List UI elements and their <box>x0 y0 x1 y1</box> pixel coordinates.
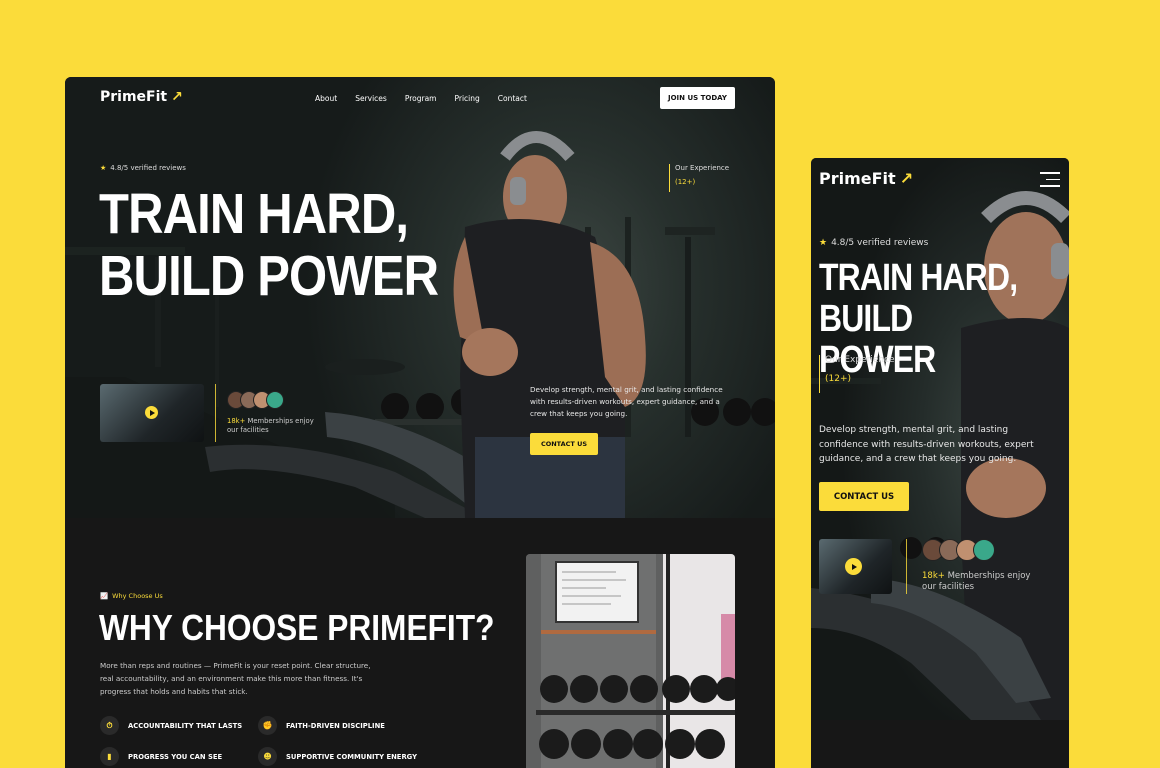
rating-badge: ★ 4.8/5 verified reviews <box>100 164 186 172</box>
star-icon: ★ <box>100 164 107 172</box>
group-icon: ☻ <box>258 747 277 766</box>
why-eyebrow: 📈 Why Choose Us <box>100 592 163 600</box>
avatar <box>973 539 995 561</box>
hero-description: Develop strength, mental grit, and lasti… <box>819 425 1034 464</box>
hero-headline: TRAIN HARD, BUILD POWER <box>99 182 439 308</box>
avatar <box>266 391 284 409</box>
hero-section: PrimeFit ↗ About Services Program Pricin… <box>65 77 775 518</box>
members-text: 18k+ Memberships enjoy our facilities <box>227 417 322 435</box>
contact-us-button[interactable]: CONTACT US <box>530 433 598 455</box>
feature-item: ✊ FAITH-DRIVEN DISCIPLINE <box>258 716 385 735</box>
feature-label: PROGRESS YOU CAN SEE <box>128 752 223 761</box>
feature-label: ACCOUNTABILITY THAT LASTS <box>128 721 243 730</box>
arrow-icon: ↗ <box>899 169 914 188</box>
experience-label: Our Experience <box>825 355 895 365</box>
experience-badge: Our Experience (12+) <box>819 355 895 393</box>
brand-name: PrimeFit <box>819 169 896 188</box>
nav-item-program[interactable]: Program <box>405 94 437 103</box>
experience-label: Our Experience <box>675 164 730 172</box>
members-count: 18k+ <box>922 571 945 581</box>
why-eyebrow-text: Why Choose Us <box>112 592 163 600</box>
mobile-hero-section: PrimeFit ↗ ★ 4.8/5 verified reviews TRAI… <box>811 158 1069 720</box>
nav-item-about[interactable]: About <box>315 94 337 103</box>
chart-icon: 📈 <box>100 592 109 600</box>
brand-logo[interactable]: PrimeFit ↗ <box>100 89 183 105</box>
join-us-button[interactable]: JOIN US TODAY <box>660 87 735 109</box>
mobile-brand-logo[interactable]: PrimeFit ↗ <box>819 169 913 188</box>
experience-value: (12+) <box>825 374 852 384</box>
mobile-frame: PrimeFit ↗ ★ 4.8/5 verified reviews TRAI… <box>811 158 1069 768</box>
nav-item-services[interactable]: Services <box>355 94 387 103</box>
member-avatars <box>922 539 995 561</box>
feature-item: ☻ SUPPORTIVE COMMUNITY ENERGY <box>258 747 417 766</box>
experience-value: (12+) <box>675 178 696 186</box>
fist-icon: ✊ <box>258 716 277 735</box>
gym-photo <box>526 554 735 768</box>
why-title: WHY CHOOSE PRIMEFIT? <box>99 607 495 648</box>
video-thumbnail[interactable] <box>819 539 892 594</box>
bar-chart-icon: ▮ <box>100 747 119 766</box>
hero-description: Develop strength, mental grit, and lasti… <box>530 385 723 418</box>
divider <box>215 384 216 442</box>
feature-label: FAITH-DRIVEN DISCIPLINE <box>286 721 385 730</box>
contact-us-button[interactable]: CONTACT US <box>819 482 909 511</box>
experience-badge: Our Experience (12+) <box>669 164 729 192</box>
member-avatars <box>227 391 284 409</box>
brand-name: PrimeFit <box>100 89 168 105</box>
main-nav: About Services Program Pricing Contact <box>315 94 545 103</box>
play-icon[interactable] <box>145 406 158 419</box>
rating-text: 4.8/5 verified reviews <box>831 238 929 248</box>
headline-line-1: TRAIN HARD, <box>819 257 1018 299</box>
stopwatch-icon: ⏱ <box>100 716 119 735</box>
gym-photo-illustration <box>526 554 735 768</box>
feature-item: ▮ PROGRESS YOU CAN SEE <box>100 747 222 766</box>
star-icon: ★ <box>819 238 828 248</box>
hamburger-icon[interactable] <box>1040 172 1060 192</box>
nav-item-pricing[interactable]: Pricing <box>454 94 479 103</box>
members-text: 18k+ Memberships enjoy our facilities <box>922 571 1042 593</box>
nav-item-contact[interactable]: Contact <box>498 94 527 103</box>
rating-badge: ★ 4.8/5 verified reviews <box>819 238 928 248</box>
feature-label: SUPPORTIVE COMMUNITY ENERGY <box>286 752 418 761</box>
desktop-frame: PrimeFit ↗ About Services Program Pricin… <box>65 77 775 768</box>
headline-line-1: TRAIN HARD, <box>99 182 409 246</box>
feature-item: ⏱ ACCOUNTABILITY THAT LASTS <box>100 716 242 735</box>
headline-line-2: BUILD POWER <box>99 243 439 308</box>
members-count: 18k+ <box>227 417 246 425</box>
arrow-icon: ↗ <box>171 89 183 105</box>
video-thumbnail[interactable] <box>100 384 204 442</box>
play-icon[interactable] <box>845 558 862 575</box>
rating-text: 4.8/5 verified reviews <box>110 164 186 172</box>
divider <box>906 539 907 594</box>
why-text: More than reps and routines — PrimeFit i… <box>100 661 371 696</box>
